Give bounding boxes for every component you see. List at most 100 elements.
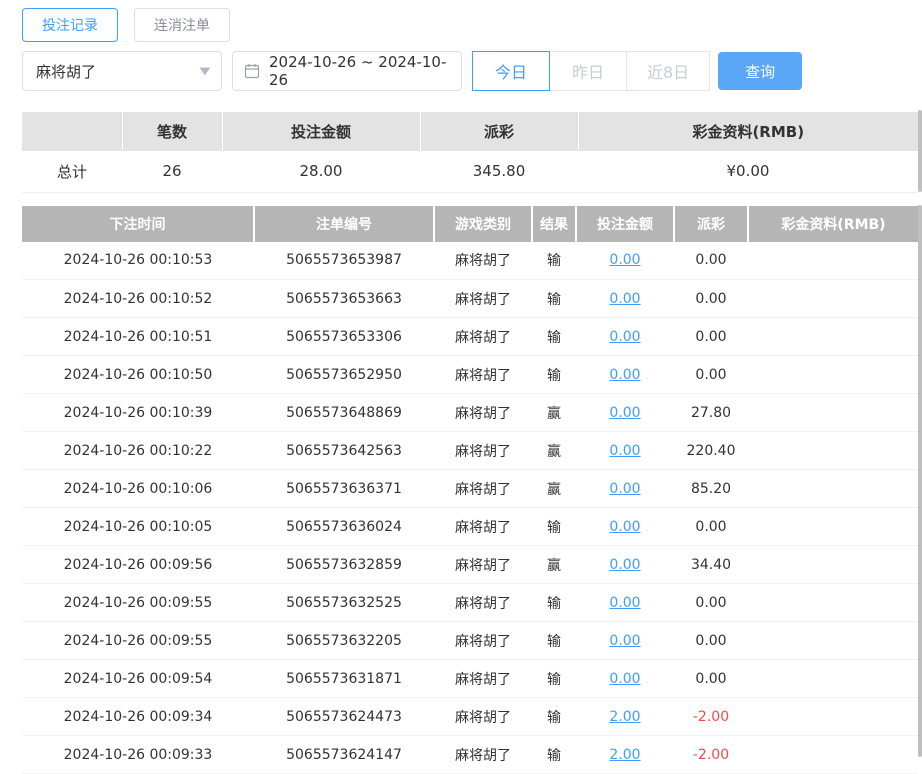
table-row: 2024-10-26 00:10:535065573653987麻将胡了输 0.0…	[22, 242, 918, 280]
payout: 85.20	[674, 470, 748, 508]
bet-amount-link[interactable]: 0.00	[609, 252, 640, 268]
table-row: 2024-10-26 00:10:225065573642563麻将胡了赢0.0…	[22, 432, 918, 470]
quick-date-group: 今日 昨日 近8日	[472, 51, 710, 91]
bet-amount: 0.00	[576, 280, 674, 318]
bonus	[748, 280, 918, 318]
bet-amount: 2.00	[576, 736, 674, 774]
bet-amount-link[interactable]: 0.00	[609, 443, 640, 459]
order-number: 5065573653987	[254, 242, 434, 280]
bet-amount: 2.00	[576, 698, 674, 736]
game-type: 麻将胡了	[434, 622, 532, 660]
result: 输	[532, 660, 576, 698]
bet-amount-link[interactable]: 0.00	[609, 595, 640, 611]
payout: 0.00	[674, 584, 748, 622]
bet-time: 2024-10-26 00:10:22	[22, 432, 254, 470]
payout: 0.00	[674, 356, 748, 394]
header-order-number: 注单编号	[254, 206, 434, 242]
bet-time: 2024-10-26 00:10:52	[22, 280, 254, 318]
bet-amount-link[interactable]: 0.00	[609, 329, 640, 345]
tab-bar: 投注记录 连消注单	[0, 0, 922, 42]
date-range-value: 2024-10-26 ~ 2024-10-26	[269, 53, 450, 89]
summary-table: 笔数 投注金额 派彩 彩金资料(RMB) 总计 26 28.00 345.80 …	[22, 112, 918, 193]
table-row: 2024-10-26 00:09:345065573624473麻将胡了输2.0…	[22, 698, 918, 736]
order-number: 5065573632205	[254, 622, 434, 660]
summary-total-count: 26	[122, 151, 222, 192]
bet-amount-link[interactable]: 2.00	[609, 747, 640, 763]
bonus	[748, 736, 918, 774]
summary-total-bonus: ¥0.00	[578, 151, 918, 192]
bet-amount-link[interactable]: 0.00	[609, 367, 640, 383]
bonus	[748, 356, 918, 394]
bet-amount-link[interactable]: 0.00	[609, 291, 640, 307]
bet-amount-link[interactable]: 0.00	[609, 633, 640, 649]
bet-amount-link[interactable]: 0.00	[609, 481, 640, 497]
bet-time: 2024-10-26 00:10:53	[22, 242, 254, 280]
bonus	[748, 242, 918, 280]
game-type: 麻将胡了	[434, 546, 532, 584]
bet-records-table: 下注时间 注单编号 游戏类别 结果 投注金额 派彩 彩金资料(RMB) 2024…	[22, 206, 918, 774]
header-bonus: 彩金资料(RMB)	[748, 206, 918, 242]
order-number: 5065573648869	[254, 394, 434, 432]
bet-amount: 0.00	[576, 508, 674, 546]
bet-amount-link[interactable]: 2.00	[609, 709, 640, 725]
table-row: 2024-10-26 00:09:565065573632859麻将胡了赢 0.0…	[22, 546, 918, 584]
bet-time: 2024-10-26 00:10:51	[22, 318, 254, 356]
bet-amount: 0.00	[576, 546, 674, 584]
date-range-picker[interactable]: 2024-10-26 ~ 2024-10-26	[232, 51, 462, 91]
table-row: 2024-10-26 00:10:525065573653663麻将胡了输0.0…	[22, 280, 918, 318]
bonus	[748, 432, 918, 470]
chevron-down-icon: ▼	[200, 66, 211, 77]
last-8-days-button[interactable]: 近8日	[626, 51, 710, 91]
today-button[interactable]: 今日	[472, 51, 550, 91]
game-type: 麻将胡了	[434, 242, 532, 280]
tab-bet-records[interactable]: 投注记录	[22, 8, 118, 42]
game-type: 麻将胡了	[434, 280, 532, 318]
order-number: 5065573631871	[254, 660, 434, 698]
result: 赢	[532, 394, 576, 432]
result: 输	[532, 584, 576, 622]
bonus	[748, 622, 918, 660]
result: 输	[532, 356, 576, 394]
tab-cancelled-orders[interactable]: 连消注单	[134, 8, 230, 42]
payout: 0.00	[674, 660, 748, 698]
bet-amount: 0.00	[576, 356, 674, 394]
bet-table-header-row: 下注时间 注单编号 游戏类别 结果 投注金额 派彩 彩金资料(RMB)	[22, 206, 918, 242]
game-type: 麻将胡了	[434, 432, 532, 470]
bet-amount-link[interactable]: 0.00	[609, 405, 640, 421]
bet-amount-link[interactable]: 0.00	[609, 557, 640, 573]
order-number: 5065573624147	[254, 736, 434, 774]
query-button[interactable]: 查询	[718, 52, 802, 90]
table-row: 2024-10-26 00:10:505065573652950麻将胡了输0.0…	[22, 356, 918, 394]
bonus	[748, 470, 918, 508]
order-number: 5065573624473	[254, 698, 434, 736]
order-number: 5065573632859	[254, 546, 434, 584]
bet-amount-link[interactable]: 0.00	[609, 671, 640, 687]
result: 赢	[532, 546, 576, 584]
order-number: 5065573653663	[254, 280, 434, 318]
table-scrollbar[interactable]	[918, 205, 922, 757]
payout: 0.00	[674, 622, 748, 660]
table-row: 2024-10-26 00:10:065065573636371麻将胡了赢0.0…	[22, 470, 918, 508]
game-type: 麻将胡了	[434, 736, 532, 774]
game-type: 麻将胡了	[434, 698, 532, 736]
result: 输	[532, 242, 576, 280]
tab-cancelled-orders-label: 连消注单	[154, 15, 210, 35]
bonus	[748, 698, 918, 736]
bet-amount: 0.00	[576, 470, 674, 508]
calendar-icon	[244, 63, 260, 79]
summary-scrollbar[interactable]	[918, 110, 922, 192]
game-select[interactable]: 麻将胡了 ▼	[22, 51, 222, 91]
bet-time: 2024-10-26 00:09:56	[22, 546, 254, 584]
bonus	[748, 584, 918, 622]
game-select-value: 麻将胡了	[36, 61, 96, 82]
table-row: 2024-10-26 00:09:555065573632525麻将胡了输0.0…	[22, 584, 918, 622]
result: 输	[532, 698, 576, 736]
bet-amount-link[interactable]: 0.00	[609, 519, 640, 535]
yesterday-button[interactable]: 昨日	[549, 51, 627, 91]
summary-header-payout: 派彩	[420, 112, 578, 151]
game-type: 麻将胡了	[434, 508, 532, 546]
game-type: 麻将胡了	[434, 318, 532, 356]
payout: 220.40	[674, 432, 748, 470]
table-row: 2024-10-26 00:09:545065573631871麻将胡了输0.0…	[22, 660, 918, 698]
summary-total-bet-amount: 28.00	[222, 151, 420, 192]
